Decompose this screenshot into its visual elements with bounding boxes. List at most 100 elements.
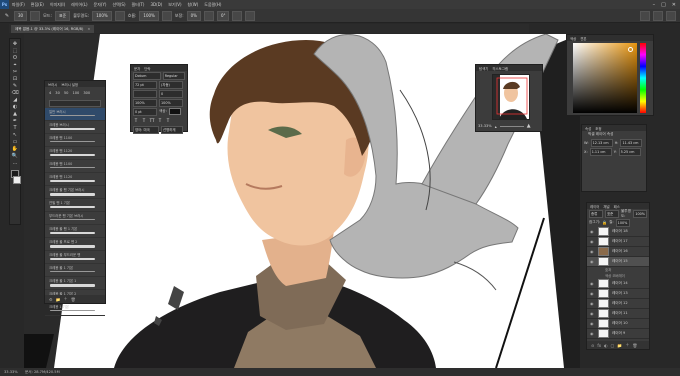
preset-size[interactable]: 30 bbox=[55, 91, 60, 95]
pressure-size-toggle[interactable] bbox=[232, 10, 243, 21]
smoothing-input[interactable]: 0% bbox=[186, 10, 201, 21]
menu-file[interactable]: 파일(F) bbox=[9, 2, 28, 8]
delete-layer-icon[interactable]: 🗑 bbox=[632, 343, 637, 348]
brush-item[interactable]: 크레용 펜 1120 bbox=[45, 173, 105, 186]
font-family-select[interactable]: Dotum bbox=[133, 71, 161, 80]
fill-input[interactable]: 100% bbox=[615, 218, 630, 227]
baseline-shift-input[interactable]: 0 pt bbox=[133, 107, 157, 116]
tab-character[interactable]: 문자 bbox=[134, 66, 140, 71]
visibility-eye-icon[interactable]: ◉ bbox=[590, 291, 595, 296]
layer-mask-icon[interactable]: ▢ bbox=[611, 343, 615, 348]
tab-brush-settings[interactable]: 브러시 설정 bbox=[61, 82, 78, 87]
brush-item[interactable]: 부드러운 펜 기본 브러시 bbox=[45, 212, 105, 225]
visibility-eye-icon[interactable]: ◉ bbox=[590, 259, 595, 264]
menu-3d[interactable]: 3D(D) bbox=[147, 2, 165, 7]
preset-size[interactable]: 100 bbox=[72, 91, 79, 95]
delete-icon[interactable]: 🗑 bbox=[71, 297, 76, 302]
new-group-icon[interactable]: 📁 bbox=[617, 343, 622, 348]
tab-paths[interactable]: 패스 bbox=[614, 204, 620, 209]
brush-tool-icon-2[interactable]: ✎ bbox=[11, 83, 19, 89]
bold-icon[interactable]: T bbox=[133, 118, 139, 124]
tab-swatches[interactable]: 견본 bbox=[580, 36, 586, 41]
tab-layers[interactable]: 레이어 bbox=[590, 204, 599, 209]
layer-row[interactable]: ◉ 레이어 17 bbox=[587, 237, 649, 247]
italic-icon[interactable]: T bbox=[141, 118, 147, 124]
lock-icon[interactable]: 🔒 bbox=[602, 220, 607, 225]
new-layer-icon[interactable]: ＋ bbox=[625, 342, 629, 348]
brush-item[interactable]: 크레용 올 1 기본 1 bbox=[45, 277, 105, 290]
brush-tool-icon[interactable]: ✎ bbox=[3, 13, 11, 19]
navigator-zoom[interactable]: 33.33% bbox=[478, 124, 492, 128]
caps-icon[interactable]: TT bbox=[149, 118, 155, 124]
horizontal-scale-input[interactable]: 100% bbox=[159, 98, 183, 107]
tab-color[interactable]: 색상 bbox=[570, 36, 576, 41]
visibility-eye-icon[interactable]: ◉ bbox=[590, 249, 595, 254]
visibility-eye-icon[interactable]: ◉ bbox=[590, 239, 595, 244]
symmetry-toggle[interactable] bbox=[245, 10, 256, 21]
zoom-tool-icon[interactable]: 🔍 bbox=[11, 153, 19, 159]
brush-item[interactable]: 크레용 브러시 bbox=[45, 121, 105, 134]
sharpen-tool-icon[interactable]: ▲ bbox=[11, 111, 19, 117]
smoothing-settings[interactable] bbox=[203, 10, 214, 21]
visibility-eye-icon[interactable]: ◉ bbox=[590, 331, 595, 336]
gradient-tool-icon[interactable]: ◢ bbox=[11, 97, 19, 103]
angle-input[interactable]: 0° bbox=[216, 10, 230, 21]
status-zoom[interactable]: 33.33% bbox=[4, 368, 18, 376]
zoom-in-icon[interactable]: ▲ bbox=[527, 123, 531, 129]
adjustment-layer-icon[interactable]: ◐ bbox=[604, 343, 608, 348]
vertical-scale-input[interactable]: 100% bbox=[133, 98, 157, 107]
document-tab[interactable]: 제목 없음-1 @ 33.3% (레이어 16, RGB/8) × bbox=[11, 25, 95, 33]
y-input[interactable]: 5.25 cm bbox=[618, 147, 641, 156]
layer-row[interactable]: ◉ 레이어 18 bbox=[587, 227, 649, 237]
shape-tool-icon[interactable]: ▭ bbox=[11, 139, 19, 145]
text-color-swatch[interactable] bbox=[168, 108, 181, 115]
layer-filter-select[interactable]: 종류 bbox=[589, 209, 603, 218]
pen-tool-icon[interactable]: ✒ bbox=[11, 118, 19, 124]
brush-item[interactable]: 일반 브러시 bbox=[45, 108, 105, 121]
menu-image[interactable]: 이미지(I) bbox=[47, 2, 68, 8]
brush-item[interactable]: 연필 펜 1 기본 bbox=[45, 199, 105, 212]
tab-brushes[interactable]: 브러시 bbox=[48, 82, 57, 87]
brush-item[interactable]: 크레용 펜 1100 bbox=[45, 134, 105, 147]
visibility-eye-icon[interactable]: ◉ bbox=[590, 301, 595, 306]
visibility-eye-icon[interactable]: ◉ bbox=[590, 229, 595, 234]
menu-layer[interactable]: 레이어(L) bbox=[68, 2, 90, 8]
width-input[interactable]: 12.13 cm bbox=[590, 138, 613, 147]
navigator-preview[interactable] bbox=[492, 74, 530, 120]
x-input[interactable]: 1.11 cm bbox=[589, 147, 612, 156]
layer-row-active[interactable]: ◉ 레이어 15 bbox=[587, 257, 649, 267]
workspace-icon[interactable] bbox=[653, 10, 663, 21]
document-tab-close-icon[interactable]: × bbox=[87, 27, 90, 31]
brush-item[interactable]: 크레용 펜 1100 bbox=[45, 160, 105, 173]
height-input[interactable]: 11.43 cm bbox=[620, 138, 643, 147]
antialias-select[interactable]: 선명하게 bbox=[161, 125, 183, 134]
frame-tool-icon[interactable]: ⊡ bbox=[11, 76, 19, 82]
layer-row[interactable]: ◉ 레이어 14 bbox=[587, 279, 649, 289]
opacity-input[interactable]: 100% bbox=[92, 10, 112, 21]
minimize-button[interactable]: – bbox=[653, 2, 656, 8]
hue-slider[interactable] bbox=[640, 43, 646, 113]
tab-navigator[interactable]: 탐색기 bbox=[479, 66, 488, 71]
layer-style-icon[interactable]: fx bbox=[597, 343, 601, 348]
layer-row[interactable]: ◉ 레이어 16 bbox=[587, 247, 649, 257]
color-picker-cursor[interactable] bbox=[628, 47, 633, 52]
menu-filter[interactable]: 필터(T) bbox=[129, 2, 148, 8]
underline-icon[interactable]: T bbox=[157, 118, 163, 124]
layer-row[interactable]: ◉ 레이어 10 bbox=[587, 319, 649, 329]
marquee-tool-icon[interactable]: ⬚ bbox=[11, 48, 19, 54]
kerning-input[interactable] bbox=[133, 89, 157, 98]
layer-opacity-input[interactable]: 100% bbox=[633, 209, 648, 218]
brush-item[interactable]: 크레용 올 프로 펜 2 bbox=[45, 238, 105, 251]
lasso-tool-icon[interactable]: ʘ bbox=[11, 55, 19, 61]
menu-type[interactable]: 문자(Y) bbox=[91, 2, 110, 8]
visibility-eye-icon[interactable]: ◉ bbox=[590, 311, 595, 316]
tab-histogram[interactable]: 히스토그램 bbox=[492, 66, 508, 71]
tab-adjustments[interactable]: 조정 bbox=[595, 126, 601, 131]
tab-properties[interactable]: 속성 bbox=[585, 126, 591, 131]
move-tool-icon[interactable]: ✥ bbox=[11, 41, 19, 47]
more-tools-icon[interactable]: … bbox=[11, 160, 19, 166]
share-icon[interactable] bbox=[666, 10, 676, 21]
close-button[interactable]: ✕ bbox=[672, 2, 676, 8]
path-select-tool-icon[interactable]: ↖ bbox=[11, 132, 19, 138]
airbrush-toggle[interactable] bbox=[161, 10, 172, 21]
